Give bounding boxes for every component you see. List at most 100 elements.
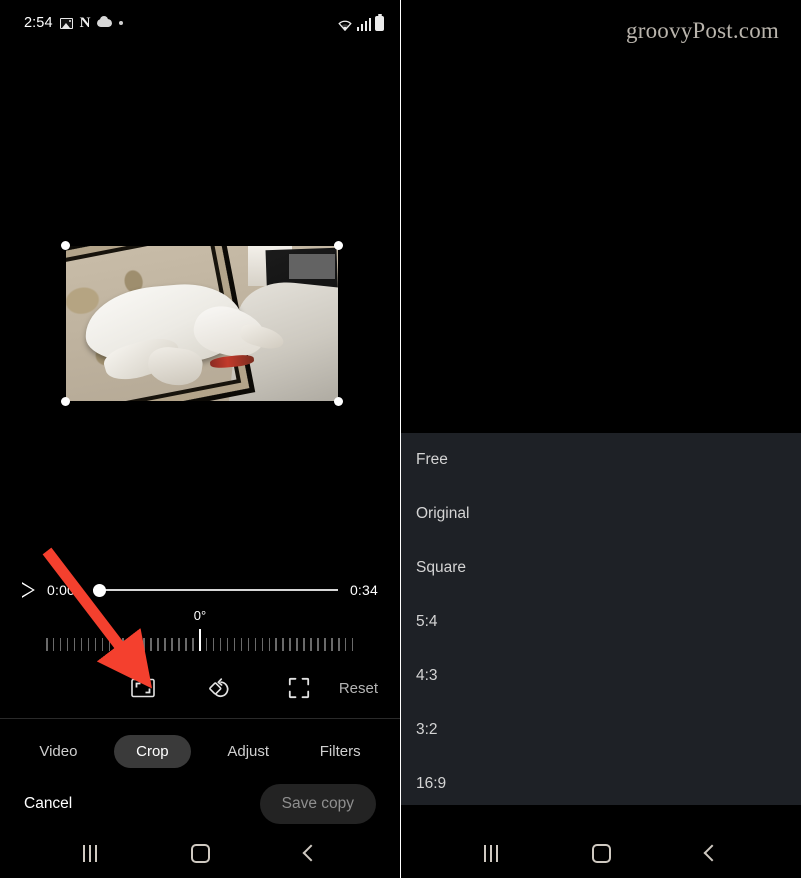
dial-tick (289, 637, 291, 651)
scrubber-thumb[interactable] (93, 583, 106, 597)
dial-tick (80, 637, 83, 651)
dial-tick (87, 637, 90, 651)
play-icon[interactable] (22, 582, 35, 598)
right-panel-aspect-ratio: groovyPost.com Free Original Square 5:4 … (401, 0, 801, 878)
left-panel-editor: 2:54 N 0:00 0:34 0° Reset Video Crop Adj… (0, 0, 400, 878)
dial-tick (157, 637, 159, 651)
aspect-option-original[interactable]: Original (401, 487, 801, 541)
editor-action-row: Cancel Save copy (0, 782, 400, 826)
recents-icon[interactable] (484, 844, 499, 862)
dial-tick (212, 637, 215, 651)
dial-tick (268, 637, 270, 651)
dial-tick (122, 637, 124, 651)
status-bar: 2:54 N (0, 0, 400, 46)
aspect-option-free[interactable]: Free (401, 433, 801, 487)
dial-tick (226, 637, 229, 651)
crop-preview-stage[interactable] (61, 241, 343, 406)
dial-tick (240, 637, 243, 651)
aspect-option-3-2[interactable]: 3:2 (401, 703, 801, 757)
dial-tick (254, 637, 257, 651)
total-time-label: 0:34 (349, 582, 378, 598)
free-crop-icon[interactable] (269, 668, 329, 708)
rotation-value-label: 0° (193, 608, 207, 623)
dial-tick (192, 637, 194, 651)
tab-filters[interactable]: Filters (306, 735, 375, 768)
editor-tab-bar: Video Crop Adjust Filters (0, 730, 400, 772)
dial-tick (296, 637, 298, 651)
rotate-icon[interactable] (191, 668, 251, 708)
dial-tick (94, 637, 97, 651)
cloud-icon (97, 16, 113, 27)
netflix-n-icon: N (79, 14, 91, 31)
aspect-option-square[interactable]: Square (401, 541, 801, 595)
aspect-option-5-4[interactable]: 5:4 (401, 595, 801, 649)
dial-tick (324, 637, 326, 651)
dial-tick (282, 637, 284, 651)
status-clock: 2:54 (24, 15, 53, 31)
watermark: groovyPost.com (626, 18, 779, 43)
dial-tick (136, 637, 138, 651)
video-scrubber[interactable] (93, 582, 338, 598)
dial-tick (143, 637, 145, 651)
wifi-icon (337, 18, 353, 31)
rotation-dial-indicator (199, 629, 201, 651)
system-navigation-bar (401, 828, 801, 878)
dial-tick (247, 637, 250, 651)
aspect-ratio-icon[interactable] (113, 668, 173, 708)
crop-handle-top-left[interactable] (61, 241, 70, 250)
toolbar-divider (0, 718, 400, 719)
dial-tick (275, 637, 277, 651)
back-icon[interactable] (703, 844, 721, 862)
dial-tick (59, 637, 62, 651)
dial-tick (331, 637, 333, 651)
dial-tick (178, 637, 180, 651)
home-icon[interactable] (592, 843, 612, 863)
video-preview-image (66, 246, 338, 401)
signal-icon (356, 17, 371, 31)
aspect-ratio-sheet: Free Original Square 5:4 4:3 3:2 16:9 (401, 433, 801, 805)
current-time-label: 0:00 (47, 582, 76, 598)
crop-handle-bottom-right[interactable] (334, 397, 343, 406)
dial-tick (233, 637, 236, 651)
status-bar-left: 2:54 N (24, 14, 124, 31)
aspect-option-16-9[interactable]: 16:9 (401, 757, 801, 805)
dial-tick (219, 637, 222, 651)
aspect-option-4-3[interactable]: 4:3 (401, 649, 801, 703)
dial-tick (338, 637, 340, 651)
battery-icon (375, 13, 384, 31)
crop-handle-bottom-left[interactable] (61, 397, 70, 406)
screenshot-root: 2:54 N 0:00 0:34 0° Reset Video Crop Adj… (0, 0, 801, 878)
back-icon[interactable] (302, 844, 320, 862)
scrubber-track (93, 589, 338, 591)
rotation-dial[interactable]: 0° (0, 608, 400, 663)
dial-tick (317, 637, 319, 651)
crop-handle-top-right[interactable] (334, 241, 343, 250)
dial-tick (150, 637, 152, 651)
dial-tick (101, 637, 104, 651)
home-icon[interactable] (191, 843, 211, 863)
recents-icon[interactable] (83, 844, 98, 862)
dial-tick (73, 637, 76, 651)
dial-tick (66, 637, 69, 651)
dial-tick (108, 637, 111, 651)
dial-tick (185, 637, 187, 651)
dial-tick (129, 637, 131, 651)
dial-tick (303, 637, 305, 651)
tab-crop[interactable]: Crop (114, 734, 191, 768)
photo-icon (59, 17, 73, 29)
dial-tick (164, 637, 166, 651)
dial-tick (115, 637, 118, 651)
dial-tick (310, 637, 312, 651)
crop-tool-row: Reset (0, 668, 400, 708)
reset-button[interactable]: Reset (339, 680, 378, 697)
dial-tick (351, 637, 354, 651)
dial-tick (52, 637, 55, 651)
save-copy-button[interactable]: Save copy (259, 784, 376, 824)
cancel-button[interactable]: Cancel (24, 795, 72, 813)
dial-tick (205, 637, 208, 651)
tab-video[interactable]: Video (25, 735, 91, 768)
playback-row: 0:00 0:34 (0, 575, 400, 605)
dial-tick (344, 637, 347, 651)
system-navigation-bar (0, 828, 400, 878)
tab-adjust[interactable]: Adjust (213, 735, 283, 768)
